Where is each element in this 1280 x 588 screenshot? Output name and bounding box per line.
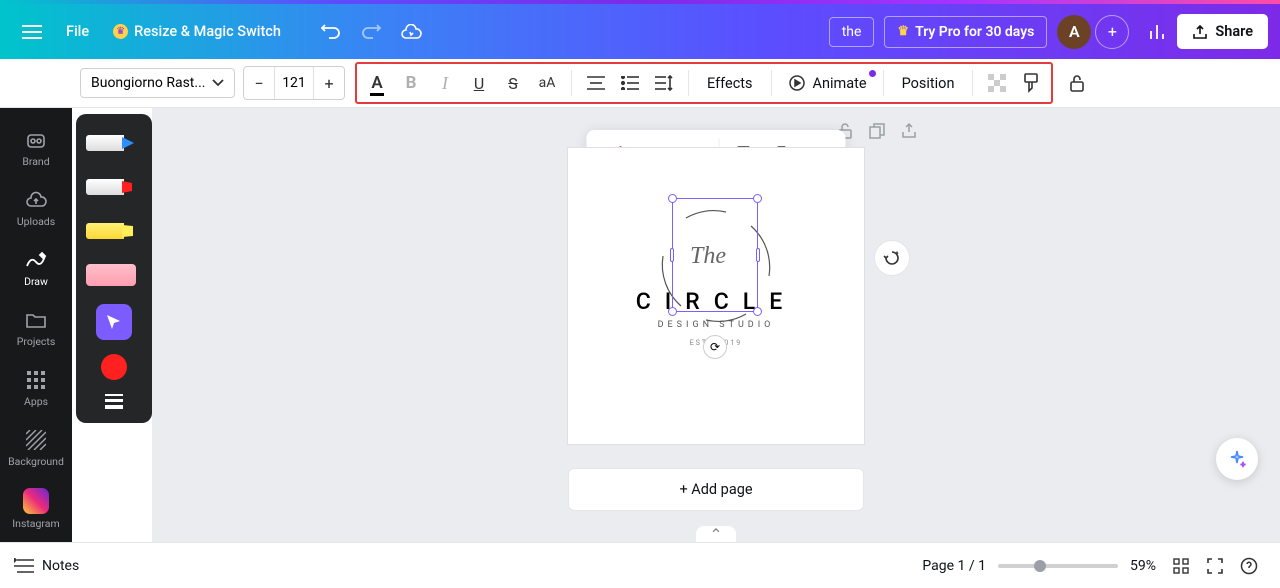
zoom-value: 59% xyxy=(1130,558,1156,574)
crown-icon: ♛ xyxy=(897,24,909,39)
undo-button[interactable] xyxy=(311,12,351,52)
copy-style-button[interactable] xyxy=(1015,67,1047,99)
font-size-control: − 121 + xyxy=(243,66,345,100)
ai-suggest-button[interactable] xyxy=(874,240,910,276)
sidebar-item-instagram[interactable]: Instagram xyxy=(0,478,72,540)
avatar[interactable]: A xyxy=(1057,15,1091,49)
position-button[interactable]: Position xyxy=(892,75,965,92)
pen-tool[interactable] xyxy=(86,128,142,158)
cloud-sync-icon[interactable] xyxy=(391,12,431,52)
alignment-button[interactable] xyxy=(580,67,612,99)
notes-icon xyxy=(14,558,34,574)
share-button[interactable]: Share xyxy=(1177,14,1268,49)
rotate-handle[interactable]: ⟳ xyxy=(703,335,727,359)
lock-button[interactable] xyxy=(1061,67,1093,99)
page-actions xyxy=(836,122,918,140)
brand-icon xyxy=(24,128,48,152)
upload-icon xyxy=(1192,24,1208,40)
try-pro-button[interactable]: ♛Try Pro for 30 days xyxy=(884,16,1047,48)
chevron-down-icon xyxy=(212,79,224,87)
eraser-tool[interactable] xyxy=(86,260,142,290)
instagram-icon xyxy=(23,488,49,514)
notification-dot xyxy=(869,70,876,77)
sidebar-item-draw[interactable]: Draw xyxy=(0,238,72,298)
page-indicator: Page 1 / 1 xyxy=(922,558,986,574)
font-selector[interactable]: Buongiorno Rast... xyxy=(80,68,235,98)
cloud-icon xyxy=(24,188,48,212)
draw-icon xyxy=(24,248,48,272)
resize-magic-switch[interactable]: ♛Resize & Magic Switch xyxy=(103,15,291,48)
sidebar-item-background[interactable]: Background xyxy=(0,418,72,478)
transparency-button[interactable] xyxy=(981,67,1013,99)
pages-collapse-button[interactable]: ⌃ xyxy=(696,526,736,542)
font-size-decrease[interactable]: − xyxy=(244,67,274,99)
sidebar-item-projects[interactable]: Projects xyxy=(0,298,72,358)
strikethrough-button[interactable]: S xyxy=(497,67,529,99)
assistant-fab[interactable] xyxy=(1216,438,1258,480)
color-picker[interactable] xyxy=(101,354,127,380)
crown-icon: ♛ xyxy=(113,24,128,39)
duplicate-page-icon[interactable] xyxy=(868,122,886,140)
fullscreen-button[interactable] xyxy=(1198,549,1232,583)
marker-tool[interactable] xyxy=(86,172,142,202)
selection-box[interactable]: ⟳ xyxy=(672,198,758,312)
effects-button[interactable]: Effects xyxy=(697,75,763,92)
redo-button[interactable] xyxy=(351,12,391,52)
logo-subtitle: DESIGN STUDIO xyxy=(568,320,864,330)
stroke-weight[interactable] xyxy=(105,394,123,409)
zoom-slider[interactable] xyxy=(998,564,1118,568)
file-menu[interactable]: File xyxy=(52,15,103,48)
sidebar-item-brand[interactable]: Brand xyxy=(0,118,72,178)
folder-icon xyxy=(24,308,48,332)
sidebar-item-apps[interactable]: Apps xyxy=(0,358,72,418)
add-page-button[interactable]: + Add page xyxy=(568,468,864,511)
analytics-icon[interactable] xyxy=(1137,12,1177,52)
help-button[interactable] xyxy=(1232,549,1266,583)
font-size-increase[interactable]: + xyxy=(314,67,344,99)
list-button[interactable] xyxy=(614,67,646,99)
case-button[interactable]: aA xyxy=(531,67,563,99)
spacing-button[interactable] xyxy=(648,67,680,99)
sidebar-item-uploads[interactable]: Uploads xyxy=(0,178,72,238)
canvas-page[interactable]: The CIRCLE DESIGN STUDIO ESTD 2019 ⟳ xyxy=(568,148,864,444)
animate-icon xyxy=(788,74,806,92)
notes-button[interactable]: Notes xyxy=(14,558,79,574)
font-size-value[interactable]: 121 xyxy=(274,67,314,99)
italic-button[interactable]: I xyxy=(429,67,461,99)
highlighter-tool[interactable] xyxy=(86,216,142,246)
apps-icon xyxy=(24,368,48,392)
text-color-button[interactable]: A xyxy=(361,67,393,99)
underline-button[interactable]: U xyxy=(463,67,495,99)
share-page-icon[interactable] xyxy=(900,122,918,140)
grid-view-button[interactable] xyxy=(1164,549,1198,583)
animate-button[interactable]: Animate xyxy=(780,74,875,92)
selection-tool[interactable] xyxy=(96,304,132,340)
bold-button[interactable]: B xyxy=(395,67,427,99)
design-title-input[interactable]: the xyxy=(829,17,875,47)
menu-button[interactable] xyxy=(12,25,52,39)
background-icon xyxy=(24,428,48,452)
add-member-button[interactable]: + xyxy=(1095,15,1129,49)
draw-tools-panel xyxy=(76,114,152,423)
